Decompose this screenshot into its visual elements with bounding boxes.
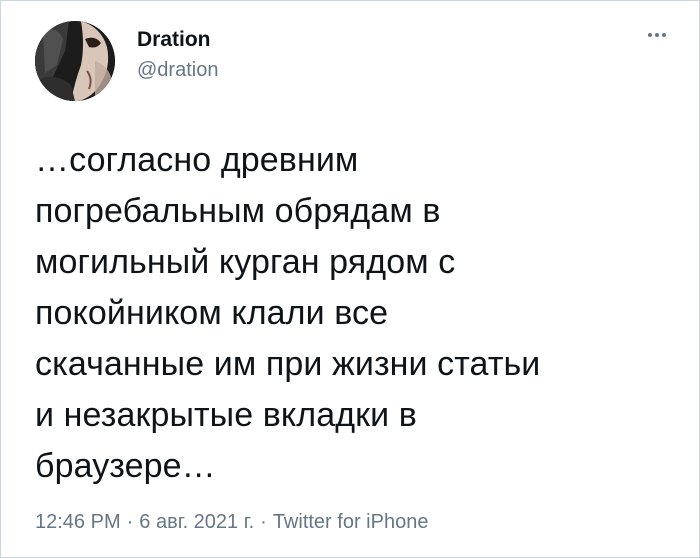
user-handle[interactable]: @dration [137, 57, 218, 83]
tweet-time[interactable]: 12:46 PM [35, 511, 121, 533]
tweet-card: Dration @dration …согласно древним погре… [0, 0, 700, 558]
tweet-date[interactable]: 6 авг. 2021 г. [139, 511, 254, 533]
avatar-image-icon [35, 21, 115, 101]
more-horizontal-icon [662, 33, 666, 37]
tweet-meta: 12:46 PM · 6 авг. 2021 г. · Twitter for iPho… [35, 509, 428, 535]
avatar[interactable] [35, 21, 115, 101]
meta-separator: · [260, 511, 267, 533]
more-options-button[interactable] [645, 23, 669, 47]
user-names: Dration @dration [137, 27, 218, 83]
tweet-source[interactable]: Twitter for iPhone [273, 511, 429, 533]
tweet-text: …согласно древним погребальным обрядам в… [35, 141, 541, 485]
display-name[interactable]: Dration [137, 27, 218, 53]
more-horizontal-icon [655, 33, 659, 37]
tweet-header: Dration @dration [35, 21, 675, 101]
meta-separator: · [126, 511, 134, 533]
more-horizontal-icon [648, 33, 652, 37]
